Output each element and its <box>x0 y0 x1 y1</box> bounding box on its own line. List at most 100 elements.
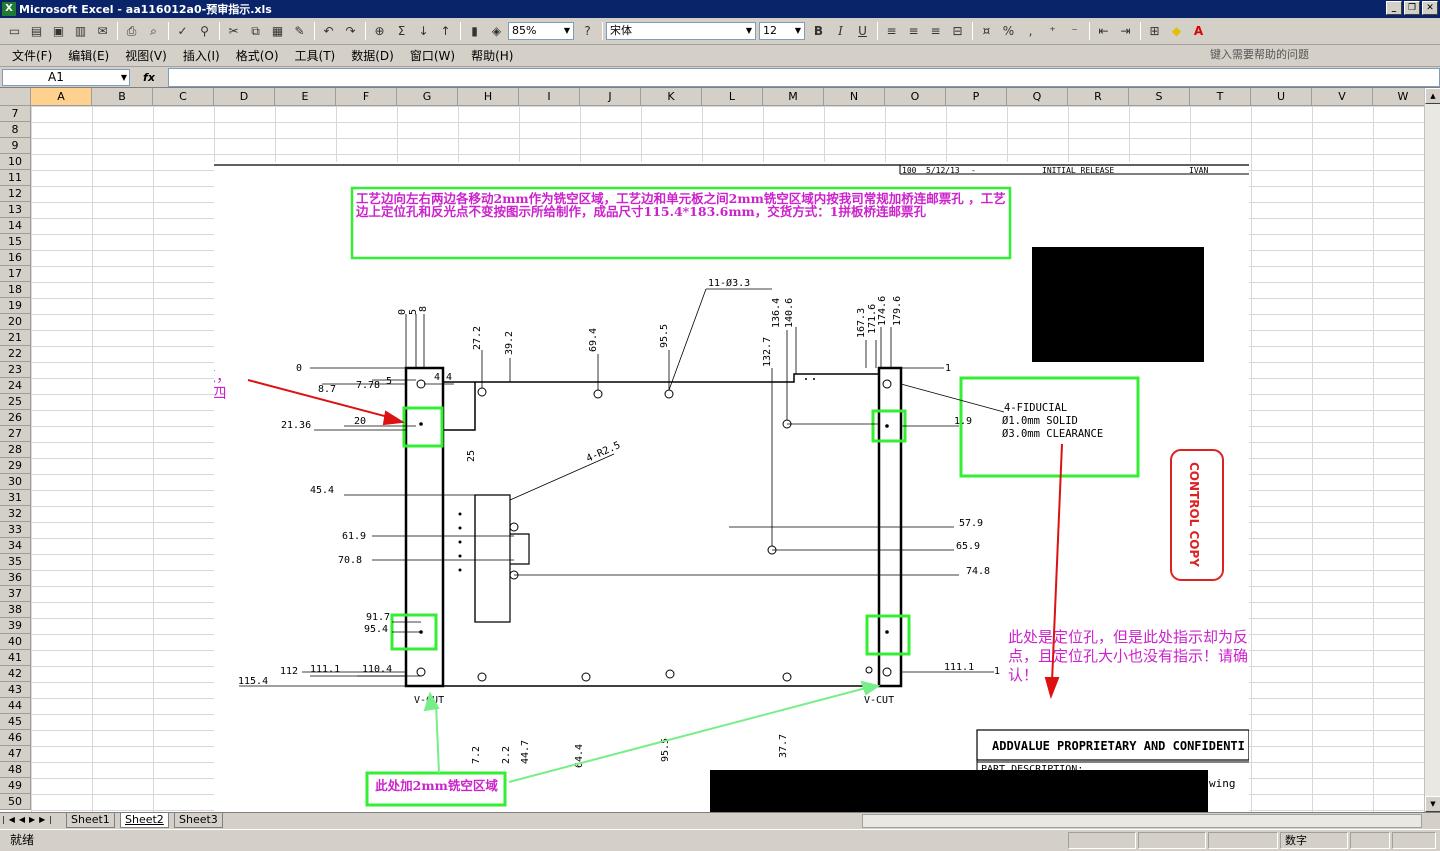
column-header[interactable]: C <box>153 88 214 106</box>
column-header[interactable]: L <box>702 88 763 106</box>
column-header[interactable]: A <box>31 88 92 106</box>
row-header[interactable]: 21 <box>0 330 31 346</box>
column-header[interactable]: P <box>946 88 1007 106</box>
align-center-icon[interactable]: ≡ <box>903 21 924 42</box>
chevron-down-icon[interactable]: ▼ <box>121 70 127 85</box>
row-header[interactable]: 25 <box>0 394 31 410</box>
tab-sheet3[interactable]: Sheet3 <box>174 813 223 828</box>
menu-help[interactable]: 帮助(H) <box>463 47 521 64</box>
zoom-select[interactable]: 85% ▼ <box>508 22 574 40</box>
redo-icon[interactable]: ↷ <box>340 21 361 42</box>
row-header[interactable]: 24 <box>0 378 31 394</box>
format-painter-icon[interactable]: ✎ <box>289 21 310 42</box>
menu-tools[interactable]: 工具(T) <box>287 47 344 64</box>
column-header[interactable]: D <box>214 88 275 106</box>
tab-sheet2[interactable]: Sheet2 <box>120 813 169 828</box>
row-header[interactable]: 29 <box>0 458 31 474</box>
borders-icon[interactable]: ⊞ <box>1144 21 1165 42</box>
undo-icon[interactable]: ↶ <box>318 21 339 42</box>
column-header[interactable]: J <box>580 88 641 106</box>
print-icon[interactable]: ⎙ <box>121 21 142 42</box>
merge-center-icon[interactable]: ⊟ <box>947 21 968 42</box>
column-header[interactable]: F <box>336 88 397 106</box>
column-header[interactable]: O <box>885 88 946 106</box>
row-header[interactable]: 34 <box>0 538 31 554</box>
font-name-select[interactable]: 宋体 ▼ <box>606 22 756 40</box>
hyperlink-icon[interactable]: ⊕ <box>369 21 390 42</box>
drawing-icon[interactable]: ◈ <box>486 21 507 42</box>
research-icon[interactable]: ⚲ <box>194 21 215 42</box>
column-header[interactable]: S <box>1129 88 1190 106</box>
percent-button[interactable]: % <box>998 21 1019 42</box>
column-header[interactable]: U <box>1251 88 1312 106</box>
column-header[interactable]: R <box>1068 88 1129 106</box>
column-header[interactable]: N <box>824 88 885 106</box>
row-header[interactable]: 30 <box>0 474 31 490</box>
decrease-decimal-icon[interactable]: ⁻ <box>1064 21 1085 42</box>
align-left-icon[interactable]: ≡ <box>881 21 902 42</box>
save-icon[interactable]: ▣ <box>48 21 69 42</box>
chart-wizard-icon[interactable]: ▮ <box>464 21 485 42</box>
row-header[interactable]: 28 <box>0 442 31 458</box>
row-header[interactable]: 49 <box>0 778 31 794</box>
row-header[interactable]: 19 <box>0 298 31 314</box>
select-all-corner[interactable] <box>0 88 31 106</box>
row-header[interactable]: 23 <box>0 362 31 378</box>
close-button[interactable]: ✕ <box>1422 1 1438 15</box>
column-header[interactable]: V <box>1312 88 1373 106</box>
row-header[interactable]: 9 <box>0 138 31 154</box>
column-header[interactable]: B <box>92 88 153 106</box>
row-header[interactable]: 33 <box>0 522 31 538</box>
open-icon[interactable]: ▤ <box>26 21 47 42</box>
sort-asc-icon[interactable]: ↓ <box>413 21 434 42</box>
increase-indent-icon[interactable]: ⇥ <box>1115 21 1136 42</box>
row-header[interactable]: 17 <box>0 266 31 282</box>
menu-data[interactable]: 数据(D) <box>343 47 402 64</box>
row-header[interactable]: 38 <box>0 602 31 618</box>
row-header[interactable]: 46 <box>0 730 31 746</box>
row-header[interactable]: 7 <box>0 106 31 122</box>
formula-input[interactable] <box>168 67 1440 87</box>
vertical-scrollbar[interactable]: ▲ ▼ <box>1424 88 1440 812</box>
menu-format[interactable]: 格式(O) <box>228 47 287 64</box>
row-header[interactable]: 12 <box>0 186 31 202</box>
scroll-up-icon[interactable]: ▲ <box>1425 88 1440 104</box>
minimize-button[interactable]: _ <box>1386 1 1402 15</box>
row-header[interactable]: 48 <box>0 762 31 778</box>
row-header[interactable]: 43 <box>0 682 31 698</box>
column-header[interactable]: I <box>519 88 580 106</box>
row-header[interactable]: 18 <box>0 282 31 298</box>
horizontal-scrollbar[interactable] <box>862 814 1422 828</box>
underline-button[interactable]: U <box>852 21 873 42</box>
column-header[interactable]: W <box>1373 88 1424 106</box>
row-header[interactable]: 26 <box>0 410 31 426</box>
help-question-input[interactable]: 键入需要帮助的问题 <box>1210 47 1390 63</box>
currency-icon[interactable]: ¤ <box>976 21 997 42</box>
paste-icon[interactable]: ▦ <box>267 21 288 42</box>
increase-decimal-icon[interactable]: ⁺ <box>1042 21 1063 42</box>
worksheet[interactable]: ABCDEFGHIJKLMNOPQRSTUVW 7 8 9 10 11 12 13 14 15 1… <box>0 88 1424 812</box>
menu-window[interactable]: 窗口(W) <box>402 47 463 64</box>
row-header[interactable]: 37 <box>0 586 31 602</box>
row-header[interactable]: 42 <box>0 666 31 682</box>
insert-function-icon[interactable]: fx <box>130 71 168 84</box>
autosum-icon[interactable]: Σ <box>391 21 412 42</box>
font-color-icon[interactable]: A <box>1188 21 1209 42</box>
tab-sheet1[interactable]: Sheet1 <box>66 813 115 828</box>
chevron-down-icon[interactable]: ▼ <box>792 23 804 39</box>
row-header[interactable]: 11 <box>0 170 31 186</box>
fill-color-icon[interactable]: ◆ <box>1166 21 1187 42</box>
email-icon[interactable]: ✉ <box>92 21 113 42</box>
new-icon[interactable]: ▭ <box>4 21 25 42</box>
spelling-icon[interactable]: ✓ <box>172 21 193 42</box>
column-header[interactable]: E <box>275 88 336 106</box>
comma-style-icon[interactable]: , <box>1020 21 1041 42</box>
row-header[interactable]: 35 <box>0 554 31 570</box>
row-header[interactable]: 22 <box>0 346 31 362</box>
name-box[interactable]: A1 ▼ <box>2 68 130 86</box>
row-header[interactable]: 16 <box>0 250 31 266</box>
column-header[interactable]: G <box>397 88 458 106</box>
column-header[interactable]: H <box>458 88 519 106</box>
bold-button[interactable]: B <box>808 21 829 42</box>
row-header[interactable]: 8 <box>0 122 31 138</box>
